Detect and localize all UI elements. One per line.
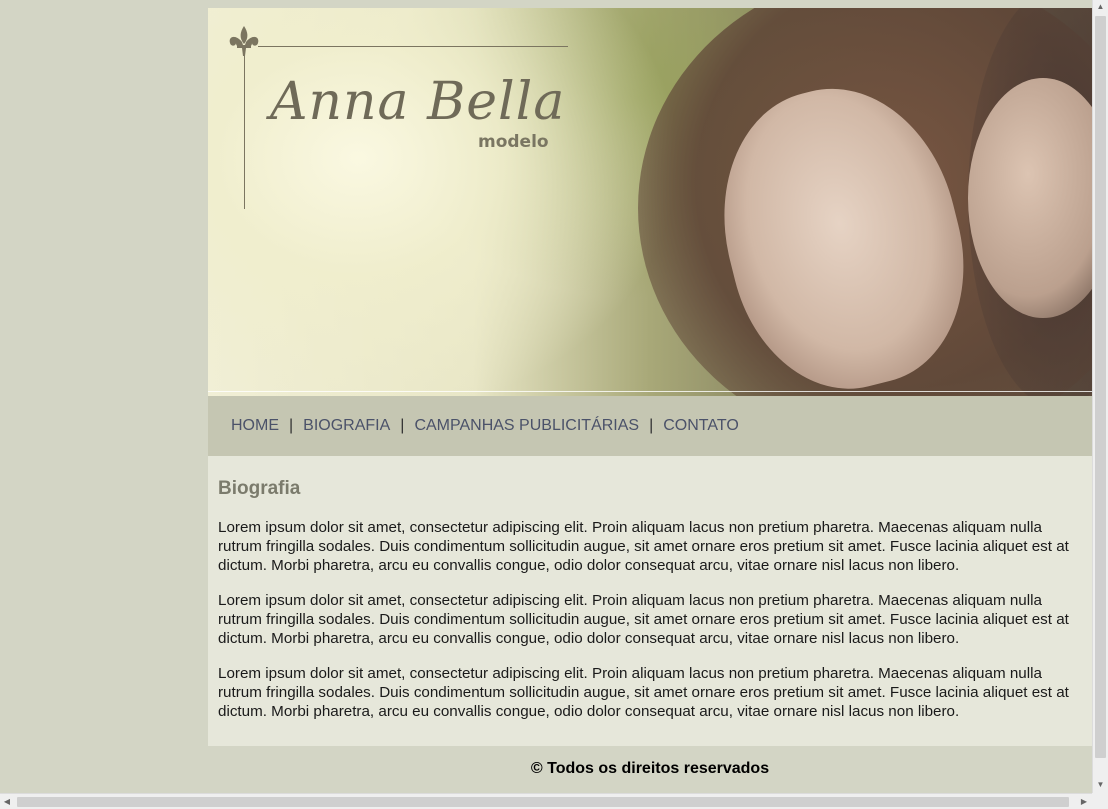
main-nav: HOME | BIOGRAFIA | CAMPANHAS PUBLICITÁRI… [208,396,1092,456]
scroll-down-icon[interactable]: ▼ [1093,778,1108,792]
page-container: Anna Bella modelo HOME | BIOGRAFIA | CAM… [208,8,1092,792]
content-area: Biografia Lorem ipsum dolor sit amet, co… [208,456,1092,746]
banner-divider [208,391,1092,392]
footer-copyright: © Todos os direitos reservados [530,760,770,777]
horizontal-scroll-thumb[interactable] [17,797,1069,807]
logo-name: Anna Bella [270,72,566,132]
paragraph: Lorem ipsum dolor sit amet, consectetur … [218,665,1069,720]
vertical-scroll-thumb[interactable] [1095,16,1106,758]
nav-campanhas[interactable]: CAMPANHAS PUBLICITÁRIAS [414,417,639,435]
header-banner: Anna Bella modelo [208,8,1092,396]
nav-separator: | [400,417,405,434]
scroll-left-icon[interactable]: ◀ [0,794,14,809]
nav-home[interactable]: HOME [231,417,279,435]
scroll-right-icon[interactable]: ▶ [1077,794,1091,809]
nav-contato[interactable]: CONTATO [663,417,739,435]
nav-separator: | [649,417,654,434]
vertical-scrollbar[interactable]: ▲ ▼ [1092,0,1108,793]
logo-subtitle: modelo [478,132,549,152]
logo-vertical-rule [244,46,245,209]
horizontal-scrollbar[interactable]: ◀ ▶ [0,793,1092,809]
logo-horizontal-rule [258,46,568,47]
paragraph: Lorem ipsum dolor sit amet, consectetur … [218,592,1069,647]
nav-separator: | [289,417,294,434]
paragraph: Lorem ipsum dolor sit amet, consectetur … [218,519,1069,574]
scrollbar-corner [1092,793,1108,809]
scroll-up-icon[interactable]: ▲ [1093,0,1108,14]
nav-biografia[interactable]: BIOGRAFIA [303,417,390,435]
page-title: Biografia [218,478,301,499]
